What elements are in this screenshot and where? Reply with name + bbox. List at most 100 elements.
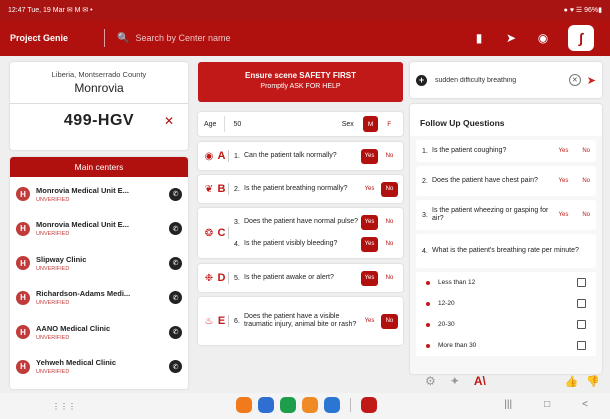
- list-item[interactable]: H Monrovia Medical Unit E... UNVERIFIED ✆: [10, 177, 188, 212]
- phone-app-icon[interactable]: [280, 397, 296, 413]
- bottom-tools: ⚙ ✦ A\ 👍 👎: [425, 372, 600, 390]
- hospital-icon: H: [16, 187, 30, 202]
- list-item[interactable]: H Slipway Clinic UNVERIFIED ✆: [10, 246, 188, 281]
- yes-button[interactable]: Yes: [361, 236, 378, 252]
- followup-question: 4. What is the patient's breathing rate p…: [416, 234, 596, 268]
- checkbox[interactable]: [577, 299, 586, 308]
- no-button[interactable]: No: [381, 313, 398, 329]
- thumbs-up-icon[interactable]: 👍: [565, 375, 579, 388]
- app-drawer-icon[interactable]: ⋮⋮⋮: [52, 402, 76, 411]
- age-input[interactable]: 50: [224, 116, 341, 132]
- section-letter: B: [215, 183, 229, 195]
- age-value: 50: [233, 120, 242, 128]
- home-icon[interactable]: □: [544, 399, 550, 410]
- search-input[interactable]: [135, 33, 416, 43]
- yes-button[interactable]: Yes: [559, 212, 569, 218]
- checkbox[interactable]: [577, 320, 586, 329]
- question-row: 6. Does the patient have a visible trauma…: [234, 310, 398, 332]
- list-item[interactable]: H AANO Medical Clinic UNVERIFIED ✆: [10, 315, 188, 350]
- question-row: 1. Can the patient talk normally? Yes No: [234, 145, 398, 167]
- rate-option[interactable]: Less than 12: [416, 272, 596, 293]
- list-item[interactable]: H Richardson-Adams Medi... UNVERIFIED ✆: [10, 281, 188, 316]
- yes-button[interactable]: Yes: [361, 214, 378, 230]
- no-button[interactable]: No: [381, 271, 398, 286]
- record-icon[interactable]: ◉: [536, 31, 550, 45]
- yes-button[interactable]: Yes: [361, 182, 378, 197]
- yes-button[interactable]: Yes: [361, 148, 378, 164]
- sex-male-button[interactable]: M: [362, 116, 379, 132]
- phone-icon[interactable]: ✆: [169, 360, 182, 374]
- thumbs-down-icon[interactable]: 👎: [586, 375, 600, 388]
- no-button[interactable]: No: [381, 215, 398, 230]
- send-icon[interactable]: ➤: [504, 31, 518, 45]
- no-button[interactable]: No: [582, 148, 590, 154]
- ai-icon[interactable]: A\: [474, 374, 486, 388]
- checkbox[interactable]: [577, 278, 586, 287]
- complaint-input[interactable]: [435, 76, 569, 84]
- messages-app-icon[interactable]: [324, 397, 340, 413]
- bleeding-icon: ❂: [204, 227, 214, 239]
- photos-app-icon[interactable]: [302, 397, 318, 413]
- phone-icon[interactable]: ✆: [169, 325, 182, 339]
- sex-female-button[interactable]: F: [381, 116, 397, 132]
- checkbox[interactable]: [577, 341, 586, 350]
- phone-icon[interactable]: ✆: [169, 256, 182, 270]
- no-button[interactable]: No: [582, 212, 590, 218]
- no-button[interactable]: No: [381, 237, 398, 252]
- question-number: 5.: [234, 274, 240, 282]
- section-letter: E: [215, 315, 229, 327]
- calendar-app-icon[interactable]: [258, 397, 274, 413]
- sparkle-icon[interactable]: ✦: [450, 374, 460, 388]
- no-button[interactable]: No: [381, 181, 398, 197]
- settings-icon[interactable]: ⚙: [425, 374, 436, 388]
- yes-button[interactable]: Yes: [361, 314, 378, 329]
- document-icon[interactable]: ▮: [472, 31, 486, 45]
- question-number: 3.: [422, 211, 428, 219]
- rate-option[interactable]: 12-20: [416, 293, 596, 314]
- yes-no-toggle: Yes No: [559, 212, 590, 218]
- close-icon[interactable]: ✕: [164, 114, 174, 128]
- assessment-section-d: ❉ D 5. Is the patient awake or alert? Yes No: [198, 264, 403, 292]
- send-arrow-icon[interactable]: ➤: [587, 74, 596, 87]
- phone-icon[interactable]: ✆: [169, 222, 182, 236]
- yes-no-toggle: Yes No: [361, 181, 398, 197]
- phone-icon[interactable]: ✆: [169, 187, 182, 201]
- question-text: Is the patient awake or alert?: [244, 274, 334, 281]
- clear-icon[interactable]: ✕: [568, 74, 581, 86]
- followup-list: 1. Is the patient coughing? Yes No 2. Does th…: [410, 140, 602, 356]
- yes-no-toggle: Yes No: [361, 313, 398, 329]
- center-name: Monrovia Medical Unit E...: [36, 220, 129, 230]
- question-number: 6.: [234, 317, 240, 325]
- list-item[interactable]: H Yehweh Medical Clinic UNVERIFIED ✆: [10, 350, 188, 385]
- no-button[interactable]: No: [381, 149, 398, 164]
- center-status: UNVERIFIED: [36, 300, 70, 307]
- phone-icon[interactable]: ✆: [169, 291, 182, 305]
- orange-app-icon[interactable]: [236, 397, 252, 413]
- center-search[interactable]: 🔍: [117, 27, 437, 49]
- back-icon[interactable]: <: [582, 399, 588, 410]
- center-name: Richardson-Adams Medi...: [36, 289, 131, 299]
- bullet-icon: [426, 280, 430, 285]
- yes-button[interactable]: Yes: [559, 178, 569, 184]
- rate-option[interactable]: More than 30: [416, 335, 596, 356]
- question-text: Is the patient breathing normally?: [244, 185, 348, 192]
- recents-icon[interactable]: |||: [504, 399, 512, 410]
- question-text: Is the patient wheezing or gasping for a…: [432, 206, 549, 223]
- center-info: Slipway Clinic UNVERIFIED: [36, 255, 169, 272]
- pulse-logo-icon[interactable]: ∫: [568, 25, 594, 51]
- yes-no-toggle: Yes No: [559, 178, 590, 184]
- genie-app-icon[interactable]: [361, 397, 377, 413]
- section-questions: 6. Does the patient have a visible trauma…: [234, 310, 398, 332]
- yes-button[interactable]: Yes: [559, 148, 569, 154]
- age-sex-row: Age 50 Sex M F: [198, 112, 403, 136]
- question-number: 4.: [422, 247, 428, 255]
- section-letter: C: [215, 227, 229, 239]
- rate-option[interactable]: 20-30: [416, 314, 596, 335]
- location-card: Liberia, Montserrado County Monrovia 499…: [10, 62, 188, 150]
- yes-button[interactable]: Yes: [361, 270, 378, 286]
- center-status: UNVERIFIED: [36, 231, 70, 238]
- app-title: Project Genie: [0, 29, 105, 47]
- no-button[interactable]: No: [582, 178, 590, 184]
- add-icon[interactable]: +: [416, 74, 427, 86]
- list-item[interactable]: H Monrovia Medical Unit E... UNVERIFIED ✆: [10, 212, 188, 247]
